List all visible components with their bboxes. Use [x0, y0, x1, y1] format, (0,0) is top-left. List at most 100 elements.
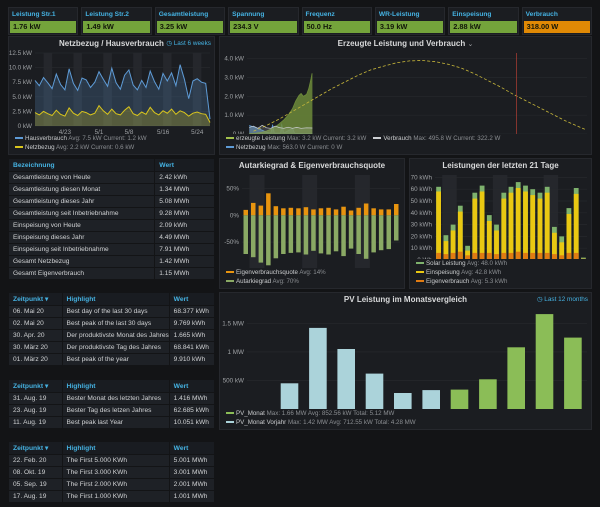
- table-row: 30. Apr. 20Der produktivste Monat des Ja…: [9, 330, 215, 342]
- svg-text:20 kWh: 20 kWh: [411, 233, 433, 240]
- legend-item[interactable]: Eigenverbrauch Avg: 5.3 kWh: [416, 277, 507, 286]
- svg-text:-50%: -50%: [224, 239, 239, 246]
- table-cell: 4.49 MWh: [155, 232, 215, 244]
- svg-text:70 kWh: 70 kWh: [411, 174, 433, 181]
- table-cell: 02. Mai 20: [9, 318, 63, 330]
- table-header[interactable]: Wert: [155, 159, 215, 172]
- table-cell: 30. März 20: [9, 342, 63, 354]
- svg-text:40 kWh: 40 kWh: [411, 210, 433, 217]
- table-cell: 1.34 MWh: [155, 184, 215, 196]
- table-cell: Einspeisung seit Inbetriebnahme: [9, 244, 155, 256]
- panel-title-text: Leistungen der letzten 21 Tage: [442, 161, 558, 170]
- panel-title-text: Erzeugte Leistung und Verbrauch: [338, 39, 466, 48]
- table-header[interactable]: Bezeichnung: [9, 159, 155, 172]
- legend-item[interactable]: Autarkiegrad Avg: 70%: [226, 277, 299, 286]
- stat-panel: Einspeisung2.88 kW: [448, 7, 518, 35]
- table-row: Gesamt Eigenverbrauch1.15 MWh: [9, 268, 215, 280]
- series-color-dash: [226, 421, 234, 423]
- svg-text:3.0 kW: 3.0 kW: [224, 75, 244, 82]
- table-cell: Best peak of the last 30 days: [62, 318, 169, 330]
- svg-text:500 kW: 500 kW: [223, 377, 244, 384]
- table-header[interactable]: Wert: [169, 380, 214, 393]
- panel-menu-caret-icon[interactable]: ⌄: [467, 41, 473, 48]
- svg-text:5.0 kW: 5.0 kW: [12, 94, 32, 101]
- table-row: Gesamtleistung diesen Monat1.34 MWh: [9, 184, 215, 196]
- table-cell: 23. Aug. 19: [9, 405, 63, 417]
- erzeugte-chart[interactable]: 0 W1.0 kW2.0 kW3.0 kW4.0 kW06:0008:0010:…: [220, 50, 591, 134]
- netzbezug-chart[interactable]: 0 kW2.5 kW5.0 kW7.5 kW10.0 kW12.5 kW4/23…: [9, 50, 214, 134]
- table-cell: 22. Feb. 20: [9, 455, 63, 467]
- table-cell: 06. Mai 20: [9, 306, 63, 318]
- table-header-row: Zeitpunkt ▾HighlightWert: [9, 442, 215, 455]
- stat-row: Leistung Str.11.76 kWLeistung Str.21.49 …: [8, 7, 592, 35]
- stat-value: 3.19 kW: [377, 21, 443, 33]
- panel-leistungen-21-tage: Leistungen der letzten 21 Tage 0 Wh10 kW…: [409, 158, 592, 289]
- table-header[interactable]: Zeitpunkt ▾: [9, 380, 63, 393]
- stat-label: WR-Leistung: [376, 8, 444, 20]
- legend-item[interactable]: Einspeisung Avg: 42.8 kWh: [416, 268, 501, 277]
- table-cell: 30. Apr. 20: [9, 330, 63, 342]
- pv-chart[interactable]: 500 kW1 MW1.5 MW2019-62019-72019-82019-9…: [220, 306, 591, 409]
- series-color-dash: [373, 137, 381, 139]
- table-header[interactable]: Zeitpunkt ▾: [9, 293, 63, 306]
- table-cell: 1.416 MWh: [169, 393, 214, 405]
- legend-item[interactable]: erzeugte Leistung Max: 3.2 kW Current: 3…: [226, 134, 366, 143]
- stat-panel: Spannung234.3 V: [228, 7, 298, 35]
- panel-title[interactable]: Netzbezug / Hausverbrauch ◷ Last 6 weeks: [9, 37, 214, 50]
- grafana-dashboard: Leistung Str.11.76 kWLeistung Str.21.49 …: [0, 0, 600, 507]
- data-table: Zeitpunkt ▾HighlightWert31. Aug. 19Beste…: [8, 379, 215, 429]
- table-panel-highlights-lastyear: Zeitpunkt ▾HighlightWert31. Aug. 19Beste…: [8, 379, 215, 429]
- table-cell: 11. Aug. 19: [9, 417, 63, 429]
- table-cell: Einspeisung dieses Jahr: [9, 232, 155, 244]
- table-row: 17. Aug. 19The First 1.000 KWh1.001 MWh: [9, 491, 215, 503]
- table-row: 01. März 20Best peak of the year9.910 kW…: [9, 354, 215, 366]
- legend-item[interactable]: PV_Monat Max: 1.66 MW Avg: 852.56 kW Tot…: [226, 409, 394, 418]
- table-cell: 2.42 kWh: [155, 172, 215, 184]
- panel-pv-monatsvergleich: PV Leistung im Monatsvergleich ◷ Last 12…: [219, 292, 592, 430]
- table-header[interactable]: Highlight: [62, 380, 169, 393]
- legend-item[interactable]: Solar Leistung Avg: 48.0 kWh: [416, 259, 507, 268]
- table-cell: Einspeisung von Heute: [9, 220, 155, 232]
- stat-panel: Leistung Str.11.76 kW: [8, 7, 78, 35]
- autarkie-plot-area: 50%0%-50%5/105/135/165/195/225/255/28: [220, 172, 404, 268]
- time-range-link[interactable]: ◷ Last 12 months: [537, 293, 588, 306]
- autarkie-chart[interactable]: 50%0%-50%5/105/135/165/195/225/255/28: [220, 172, 404, 268]
- panel-title[interactable]: Leistungen der letzten 21 Tage: [410, 159, 591, 172]
- svg-text:0 Wh: 0 Wh: [417, 257, 432, 259]
- panel-title-text: Autarkiegrad & Eigenverbrauchsquote: [239, 161, 385, 170]
- panel-title[interactable]: PV Leistung im Monatsvergleich ◷ Last 12…: [220, 293, 591, 306]
- table-cell: 05. Sep. 19: [9, 479, 63, 491]
- table-cell: Gesamtleistung von Heute: [9, 172, 155, 184]
- pv-plot-area: 500 kW1 MW1.5 MW2019-62019-72019-82019-9…: [220, 306, 591, 409]
- svg-text:1 MW: 1 MW: [228, 349, 244, 356]
- svg-text:5/1: 5/1: [95, 129, 104, 134]
- legend-item[interactable]: Eigenverbrauchsquote Avg: 14%: [226, 268, 326, 277]
- table-header[interactable]: Wert: [169, 442, 214, 455]
- table-row: 06. Mai 20Best day of the last 30 days68…: [9, 306, 215, 318]
- legend-item[interactable]: Netzbezug Avg: 2.2 kW Current: 0.6 kW: [15, 143, 134, 152]
- legend-item[interactable]: PV_Monat Vorjahr Max: 1.42 MW Avg: 712.5…: [226, 418, 416, 427]
- panel-title[interactable]: Erzeugte Leistung und Verbrauch ⌄: [220, 37, 591, 50]
- table-header[interactable]: Zeitpunkt ▾: [9, 442, 63, 455]
- panel-title[interactable]: Autarkiegrad & Eigenverbrauchsquote: [220, 159, 404, 172]
- table-row: 30. März 20Der produktivste Tag des Jahr…: [9, 342, 215, 354]
- tage21-chart[interactable]: 0 Wh10 kWh20 kWh30 kWh40 kWh50 kWh60 kWh…: [410, 172, 591, 259]
- table-cell: Der produktivste Tag des Jahres: [62, 342, 169, 354]
- time-range-link[interactable]: ◷ Last 6 weeks: [166, 37, 211, 50]
- legend-item[interactable]: Verbrauch Max: 495.8 W Current: 322.2 W: [373, 134, 500, 143]
- legend-item[interactable]: Hausverbrauch Avg: 7.5 kW Current: 1.2 k…: [15, 134, 147, 143]
- svg-text:2.0 kW: 2.0 kW: [224, 93, 244, 100]
- table-header[interactable]: Highlight: [62, 442, 169, 455]
- table-row: Gesamt Netzbezug1.42 MWh: [9, 256, 215, 268]
- table-cell: Gesamtleistung dieses Jahr: [9, 196, 155, 208]
- svg-text:0 kW: 0 kW: [18, 123, 32, 130]
- table-cell: The First 3.000 KWh: [62, 467, 169, 479]
- table-cell: 5.08 MWh: [155, 196, 215, 208]
- table-header[interactable]: Highlight: [62, 293, 169, 306]
- table-cell: 5.001 MWh: [169, 455, 214, 467]
- table-row: Gesamtleistung seit Inbetriebnahme9.28 M…: [9, 208, 215, 220]
- svg-text:5/24: 5/24: [191, 129, 204, 134]
- table-header[interactable]: Wert: [169, 293, 214, 306]
- stat-panel: Gesamtleistung3.25 kW: [155, 7, 225, 35]
- legend-item[interactable]: Netzbezug Max: 563.0 W Current: 0 W: [226, 143, 342, 152]
